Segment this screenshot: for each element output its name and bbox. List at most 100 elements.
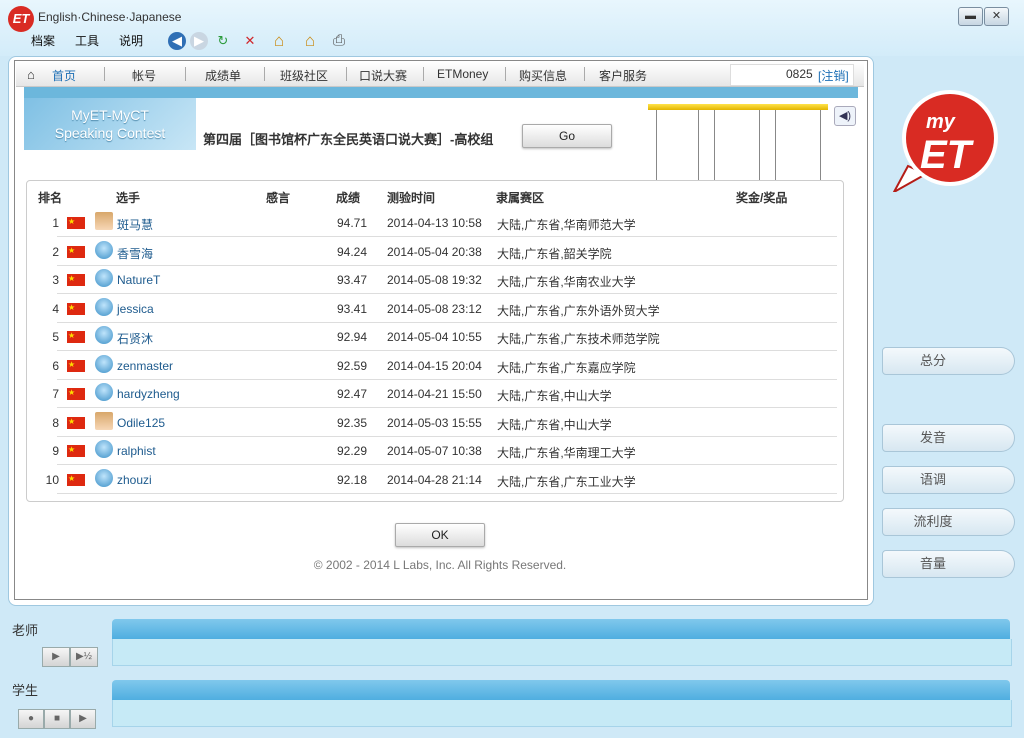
rank-cell: 8	[52, 415, 59, 430]
home-icon[interactable]: ⌂	[270, 32, 288, 50]
record-icon[interactable]: ●	[18, 709, 44, 729]
test-time-cell: 2014-05-07 10:38	[387, 444, 482, 458]
rank-cell: 10	[45, 472, 59, 487]
teacher-text-area	[112, 639, 1012, 666]
player-name-link[interactable]: ralphist	[117, 444, 156, 458]
avatar[interactable]	[95, 240, 113, 259]
home-nav-icon[interactable]: ⌂	[27, 67, 35, 82]
header-comment: 感言	[266, 191, 291, 205]
test-time-cell: 2014-04-13 10:58	[387, 216, 482, 230]
contest-logo-line2: Speaking Contest	[54, 125, 166, 141]
china-flag-icon: ★	[67, 445, 85, 457]
title-bar	[0, 0, 1024, 56]
table-row: 2 ★ 香雪海 94.24 2014-05-04 20:38 大陆,广东省,韶关学院	[27, 238, 837, 266]
fluency-button[interactable]: 流利度	[882, 508, 984, 536]
teacher-play-icon[interactable]: ▶	[42, 647, 70, 667]
player-name-link[interactable]: 斑马慧	[117, 216, 153, 233]
score-cell: 93.47	[337, 273, 368, 287]
score-cell: 92.18	[337, 472, 368, 487]
nav-transcript[interactable]: 成绩单	[205, 67, 241, 84]
app-logo: ET	[8, 6, 34, 32]
nav-etmoney[interactable]: ETMoney	[437, 67, 488, 81]
stop-icon[interactable]: ✕	[241, 32, 259, 50]
avatar[interactable]	[95, 411, 113, 430]
avatar[interactable]	[95, 354, 113, 373]
player-name-link[interactable]: jessica	[117, 302, 154, 316]
player-name-link[interactable]: zhouzi	[117, 473, 152, 487]
header-rank: 排名	[38, 191, 63, 205]
rank-cell: 2	[52, 244, 59, 259]
avatar[interactable]	[95, 440, 113, 458]
teacher-half-speed-icon[interactable]: ▶½	[70, 647, 98, 667]
test-time-cell: 2014-04-21 15:50	[387, 387, 482, 401]
contest-logo: MyET-MyCT Speaking Contest	[24, 98, 196, 150]
rank-cell: 1	[52, 216, 59, 230]
intonation-button[interactable]: 语调	[882, 466, 984, 494]
player-name-link[interactable]: zenmaster	[117, 359, 173, 373]
home-alt-icon[interactable]: ⌂	[301, 32, 319, 50]
back-icon[interactable]: ◀	[168, 32, 186, 50]
rank-cell: 3	[52, 273, 59, 287]
china-flag-icon: ★	[67, 473, 85, 486]
pronunciation-button[interactable]: 发音	[882, 424, 984, 452]
menu-help[interactable]: 说明	[119, 32, 143, 49]
nav-class-community[interactable]: 班级社区	[280, 67, 328, 84]
player-name-link[interactable]: Odile125	[117, 416, 165, 430]
player-name-link[interactable]: hardyzheng	[117, 387, 180, 401]
table-row: 3 ★ NatureT 93.47 2014-05-08 19:32 大陆,广东省,华南农…	[27, 266, 837, 294]
nav-account[interactable]: 帐号	[132, 67, 156, 84]
nav-purchase-info[interactable]: 购买信息	[519, 67, 567, 84]
avatar[interactable]	[95, 297, 113, 316]
refresh-icon[interactable]: ↻	[214, 32, 232, 50]
nav-separator	[505, 67, 506, 81]
avatar[interactable]	[95, 212, 113, 230]
rank-cell: 9	[52, 444, 59, 458]
ok-button[interactable]: OK	[395, 523, 485, 547]
fluency-value	[982, 508, 1015, 536]
nav-home[interactable]: 首页	[52, 67, 76, 84]
china-flag-icon: ★	[67, 388, 85, 400]
student-play-icon[interactable]: ▶	[70, 709, 96, 729]
nav-customer-service[interactable]: 客户服务	[599, 67, 647, 84]
forward-icon[interactable]: ▶	[190, 32, 208, 50]
table-row: 5 ★ 石贤沐 92.94 2014-05-04 10:55 大陆,广东省,广东技术师范学…	[27, 323, 837, 351]
print-icon[interactable]: ⎙	[330, 32, 348, 50]
nav-separator	[185, 67, 186, 81]
avatar[interactable]	[95, 326, 113, 344]
go-button[interactable]: Go	[522, 124, 612, 148]
avatar[interactable]	[95, 383, 113, 401]
minimize-button[interactable]: ▬	[958, 7, 983, 26]
close-button[interactable]: ✕	[984, 7, 1009, 26]
speaker-icon[interactable]: ◀)	[834, 106, 856, 126]
myet-logo-line1: my	[926, 111, 956, 133]
avatar[interactable]	[95, 269, 113, 287]
player-name-link[interactable]: NatureT	[117, 273, 160, 287]
copyright: © 2002 - 2014 L Labs, Inc. All Rights Re…	[313, 558, 567, 572]
player-name-link[interactable]: 香雪海	[117, 245, 153, 262]
stop-record-icon[interactable]: ■	[44, 709, 70, 729]
rank-cell: 5	[52, 330, 59, 344]
nav-separator	[264, 67, 265, 81]
rank-cell: 4	[52, 301, 59, 316]
test-time-cell: 2014-05-03 15:55	[387, 415, 482, 430]
menu-file[interactable]: 档案	[31, 32, 55, 49]
volume-value	[982, 550, 1015, 578]
score-cell: 92.35	[337, 415, 368, 430]
avatar[interactable]	[95, 468, 113, 487]
test-time-cell: 2014-04-15 20:04	[387, 358, 482, 373]
nav-separator	[584, 67, 585, 81]
menu-tools[interactable]: 工具	[75, 32, 99, 49]
china-flag-icon: ★	[67, 302, 85, 315]
student-label: 学生	[12, 683, 39, 698]
logout-link[interactable]: [注销]	[818, 67, 849, 84]
region-cell: 大陆,广东省,广东工业大学	[497, 474, 636, 489]
nav-speaking-contest[interactable]: 口说大赛	[359, 67, 407, 84]
user-id: 0825	[786, 67, 813, 81]
total-score-value	[982, 347, 1015, 375]
score-cell: 92.59	[337, 358, 368, 373]
region-cell: 大陆,广东省,广东嘉应学院	[497, 360, 636, 375]
test-time-cell: 2014-04-28 21:14	[387, 472, 482, 487]
player-name-link[interactable]: 石贤沐	[117, 330, 153, 347]
volume-button[interactable]: 音量	[882, 550, 984, 578]
total-score-button[interactable]: 总分	[882, 347, 984, 375]
